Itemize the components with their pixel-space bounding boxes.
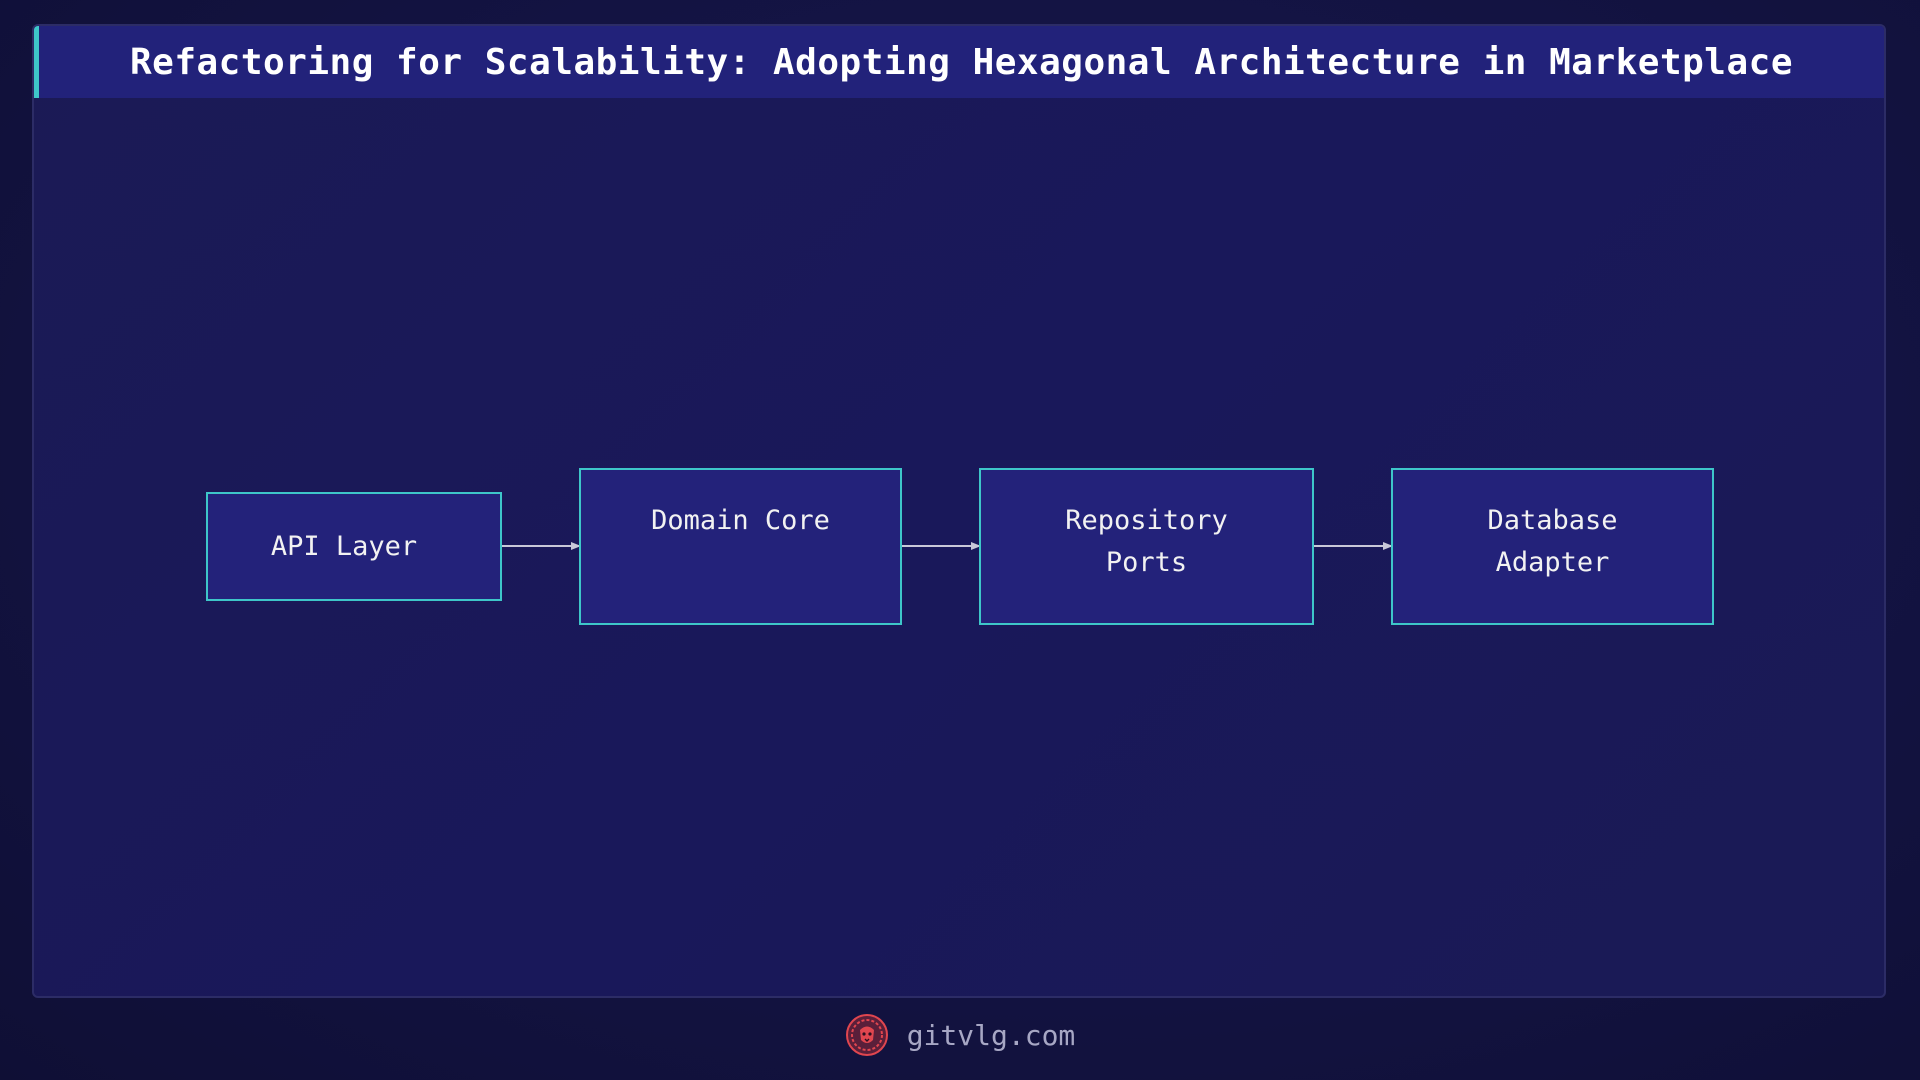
lion-head-icon <box>845 1014 888 1056</box>
node-domain-core: Domain Core <box>579 468 902 625</box>
node-repository-ports-label: Repository Ports <box>1065 505 1228 578</box>
node-database-adapter: Database Adapter <box>1391 468 1714 625</box>
footer: gitvlg.com <box>0 1010 1920 1060</box>
node-domain-core-label: Domain Core <box>651 505 830 536</box>
architecture-diagram: API Layer Domain Core Repository Ports D… <box>0 0 1920 1080</box>
node-api-layer: API Layer <box>206 492 502 601</box>
node-database-adapter-label: Database Adapter <box>1487 505 1618 578</box>
node-repository-ports: Repository Ports <box>979 468 1314 625</box>
footer-site-link[interactable]: gitvlg.com <box>907 1019 1076 1052</box>
node-api-layer-label: API Layer <box>270 531 418 562</box>
